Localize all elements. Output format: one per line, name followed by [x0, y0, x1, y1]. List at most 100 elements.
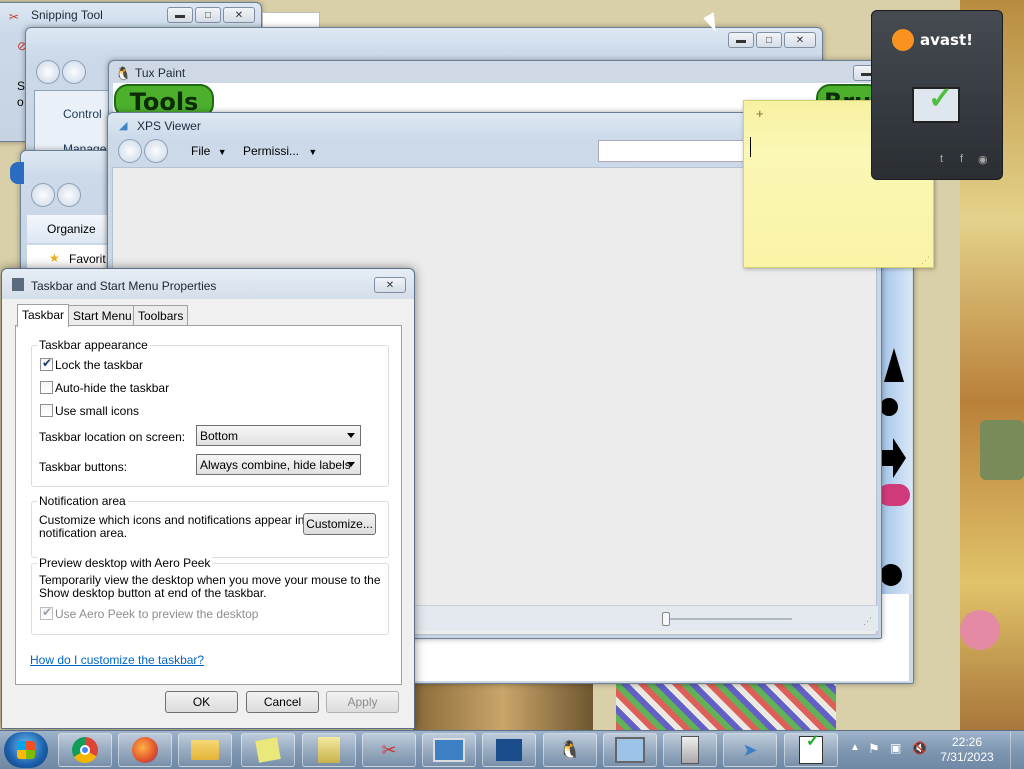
aero-peek-description: Show desktop button at end of the taskba…: [39, 586, 267, 600]
tux-icon: 🐧: [115, 66, 132, 81]
avast-logo-icon: [892, 29, 914, 51]
back-button[interactable]: [31, 183, 55, 207]
organize-menu[interactable]: Organize: [47, 222, 96, 236]
tux-icon: 🐧: [558, 739, 582, 760]
close-button[interactable]: ✕: [223, 7, 255, 23]
back-button[interactable]: [36, 60, 60, 84]
firefox-icon: [132, 737, 158, 763]
taskbar-tux-paint[interactable]: 🐧: [543, 733, 597, 767]
laptop-icon: ✓: [912, 82, 960, 123]
minimize-button[interactable]: ▬: [728, 32, 754, 48]
taskbar-remote[interactable]: [422, 733, 476, 767]
taskbar-sticky-notes[interactable]: [241, 733, 295, 767]
lock-taskbar-label: Lock the taskbar: [55, 358, 144, 372]
caption-buttons: ▬ □ ✕: [726, 32, 816, 48]
notification-description: notification area.: [39, 526, 128, 540]
tux-tool-column: [878, 264, 912, 594]
avast-gadget[interactable]: avast! ✓ t f ◉: [871, 10, 1003, 180]
office-icon: [318, 737, 340, 763]
add-note-button[interactable]: +: [756, 106, 764, 121]
paper-plane-icon: ➤: [742, 739, 758, 760]
notification-description: Customize which icons and notifications …: [39, 513, 325, 527]
file-menu[interactable]: File ▼: [191, 144, 227, 158]
circle-icon[interactable]: [880, 398, 898, 416]
small-icons-checkbox[interactable]: [40, 404, 53, 417]
sticky-notes-icon: [255, 737, 281, 763]
palette-icon[interactable]: [880, 564, 902, 586]
customize-button[interactable]: Customize...: [303, 513, 376, 535]
arrow-up-icon[interactable]: [884, 348, 904, 382]
apply-button[interactable]: Apply: [326, 691, 399, 713]
permissions-menu[interactable]: Permissi... ▼: [243, 144, 317, 158]
checkmark-icon: ✔: [42, 605, 53, 619]
caption-buttons: ▬ □ ✕: [165, 7, 255, 23]
notepad-icon: ✓: [799, 733, 823, 764]
taskbar-xps[interactable]: [482, 733, 536, 767]
server-icon: [681, 736, 699, 764]
cancel-button[interactable]: Cancel: [246, 691, 319, 713]
ok-button[interactable]: OK: [165, 691, 238, 713]
tab-taskbar[interactable]: Taskbar: [17, 304, 70, 327]
chevron-down-icon: [347, 433, 355, 438]
taskbar-stamp[interactable]: ➤: [723, 733, 777, 767]
checkmark-icon: ✓: [928, 82, 954, 115]
rss-icon[interactable]: ◉: [978, 153, 988, 166]
tab-start-menu[interactable]: Start Menu: [68, 305, 137, 325]
wallpaper-image: [616, 683, 836, 730]
zoom-slider[interactable]: [662, 612, 670, 626]
windows-logo-icon: [17, 741, 35, 759]
chrome-icon: [72, 737, 98, 763]
arrow-right-icon[interactable]: [880, 438, 906, 478]
back-button[interactable]: [118, 139, 142, 163]
taskbar-firefox[interactable]: [118, 733, 172, 767]
taskbar-office[interactable]: [302, 733, 356, 767]
snipping-input[interactable]: [262, 12, 320, 28]
taskbar-control-panel[interactable]: [603, 733, 657, 767]
taskbar-properties-dialog[interactable]: Taskbar and Start Menu Properties ✕ Task…: [1, 268, 415, 729]
forward-button[interactable]: [144, 139, 168, 163]
dialog-titlebar[interactable]: Taskbar and Start Menu Properties ✕: [2, 269, 414, 299]
location-select[interactable]: Bottom: [196, 425, 361, 446]
search-input[interactable]: [598, 140, 748, 162]
network-icon[interactable]: ▣: [890, 741, 901, 755]
wallpaper-detail: [960, 610, 1000, 650]
buttons-select[interactable]: Always combine, hide labels: [196, 454, 361, 475]
favorites-item[interactable]: Favorit: [69, 252, 106, 266]
close-button[interactable]: ✕: [784, 32, 816, 48]
autohide-checkbox[interactable]: [40, 381, 53, 394]
buttons-label: Taskbar buttons:: [39, 460, 128, 474]
small-icons-label: Use small icons: [55, 404, 140, 418]
forward-button[interactable]: [62, 60, 86, 84]
clock-date[interactable]: 7/31/2023: [934, 750, 1000, 764]
taskbar-snipping[interactable]: ✂: [362, 733, 416, 767]
help-link[interactable]: How do I customize the taskbar?: [30, 653, 204, 667]
zoom-track: [662, 618, 792, 620]
speaker-muted-icon[interactable]: 🔇: [912, 741, 927, 755]
twitter-icon[interactable]: t: [940, 153, 943, 165]
flag-icon[interactable]: ⚑: [868, 741, 880, 757]
close-button[interactable]: ✕: [374, 277, 406, 293]
facebook-icon[interactable]: f: [960, 153, 963, 165]
taskbar-chrome[interactable]: [58, 733, 112, 767]
lock-taskbar-checkbox[interactable]: ✔: [40, 356, 53, 371]
minimize-button[interactable]: ▬: [167, 7, 193, 23]
show-desktop-button[interactable]: [1010, 731, 1024, 769]
scissors-icon: ✂: [381, 739, 397, 760]
sidebar-item-control[interactable]: Control: [63, 107, 102, 121]
aero-peek-checkbox[interactable]: ✔: [40, 605, 53, 620]
chrome-icon-partial: [10, 162, 24, 184]
taskbar-notepad[interactable]: ✓: [784, 733, 838, 767]
resize-grip-icon[interactable]: ⋰: [921, 255, 930, 266]
star-icon: ★: [49, 251, 60, 265]
taskbar-server[interactable]: [663, 733, 717, 767]
taskbar-explorer[interactable]: [178, 733, 232, 767]
clock-time[interactable]: 22:26: [934, 735, 1000, 749]
eraser-icon[interactable]: [878, 484, 910, 506]
tab-toolbars[interactable]: Toolbars: [133, 305, 189, 325]
start-button[interactable]: [4, 732, 48, 768]
chevron-up-icon[interactable]: ▲: [850, 742, 860, 753]
resize-grip-icon[interactable]: ⋰: [863, 616, 872, 627]
maximize-button[interactable]: □: [195, 7, 221, 23]
maximize-button[interactable]: □: [756, 32, 782, 48]
forward-button[interactable]: [57, 183, 81, 207]
